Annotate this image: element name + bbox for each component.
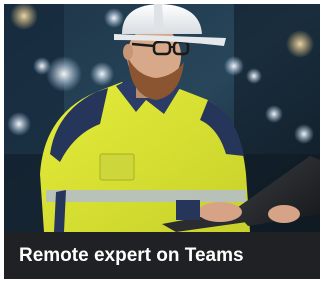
caption-bar: Remote expert on Teams (4, 232, 320, 279)
engineer-photo (4, 4, 320, 232)
card-title[interactable]: Remote expert on Teams (19, 245, 244, 267)
promo-card[interactable]: Remote expert on Teams (4, 4, 320, 279)
